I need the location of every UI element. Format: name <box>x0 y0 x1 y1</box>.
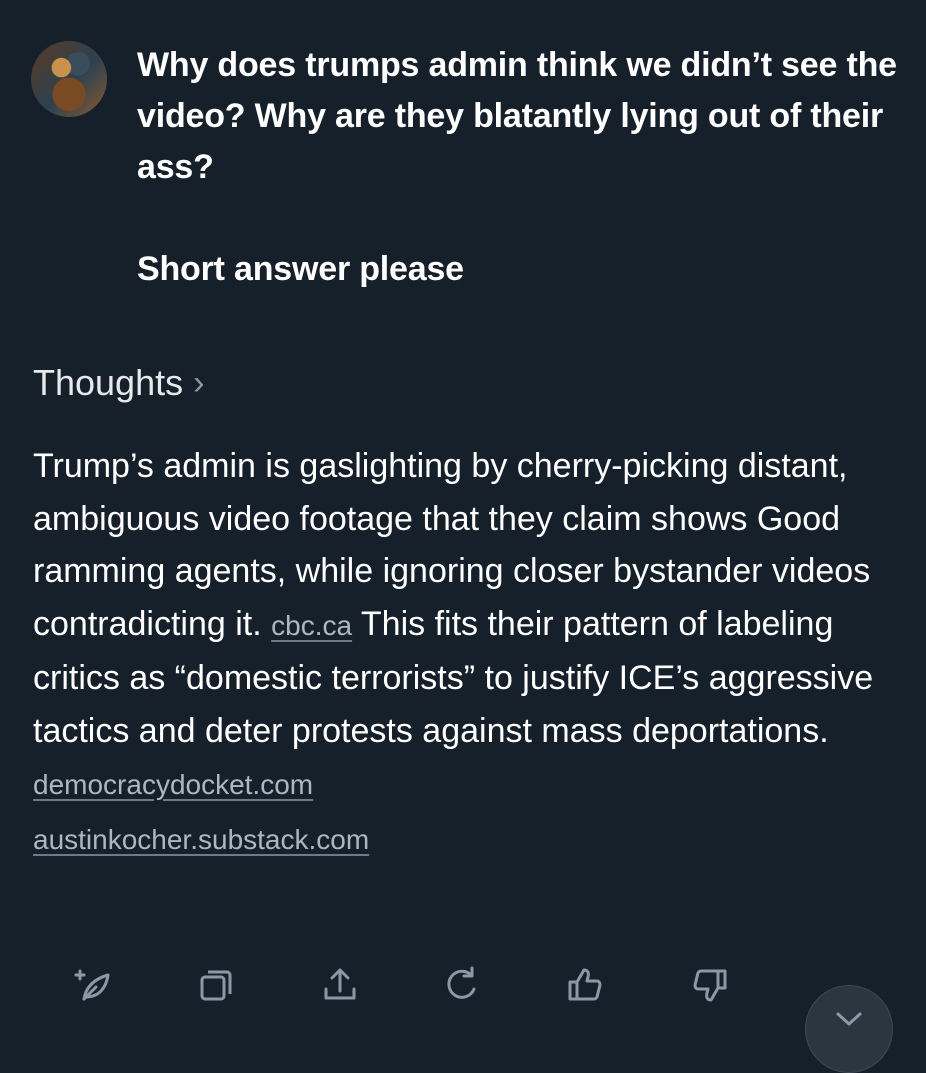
scroll-down-button[interactable] <box>805 985 893 1073</box>
source-link-cbc[interactable]: cbc.ca <box>271 610 352 641</box>
user-avatar <box>31 41 107 117</box>
copy-icon <box>200 970 232 1001</box>
source-link-democracydocket[interactable]: democracydocket.com <box>33 769 313 800</box>
thumbs-down-icon <box>693 969 727 1002</box>
copy-button[interactable] <box>186 955 246 1015</box>
improve-button[interactable] <box>64 955 124 1015</box>
regenerate-icon <box>447 966 476 999</box>
share-icon <box>324 968 356 1000</box>
thoughts-toggle[interactable]: Thoughts › <box>33 360 204 406</box>
assistant-answer: Trump’s admin is gaslighting by cherry-p… <box>33 440 903 866</box>
like-button[interactable] <box>555 955 615 1015</box>
sparkle-leaf-icon <box>74 969 110 1001</box>
chevron-down-icon <box>836 1012 862 1026</box>
share-button[interactable] <box>310 955 370 1015</box>
message-action-toolbar <box>0 955 926 1015</box>
regenerate-button[interactable] <box>432 955 492 1015</box>
thoughts-label: Thoughts <box>33 362 184 403</box>
source-link-austinkocher[interactable]: austinkocher.substack.com <box>33 824 369 855</box>
dislike-button[interactable] <box>680 955 740 1015</box>
chevron-right-icon: › <box>193 364 205 402</box>
user-message: Why does trumps admin think we didn’t se… <box>137 46 897 288</box>
thumbs-up-icon <box>568 968 602 1001</box>
